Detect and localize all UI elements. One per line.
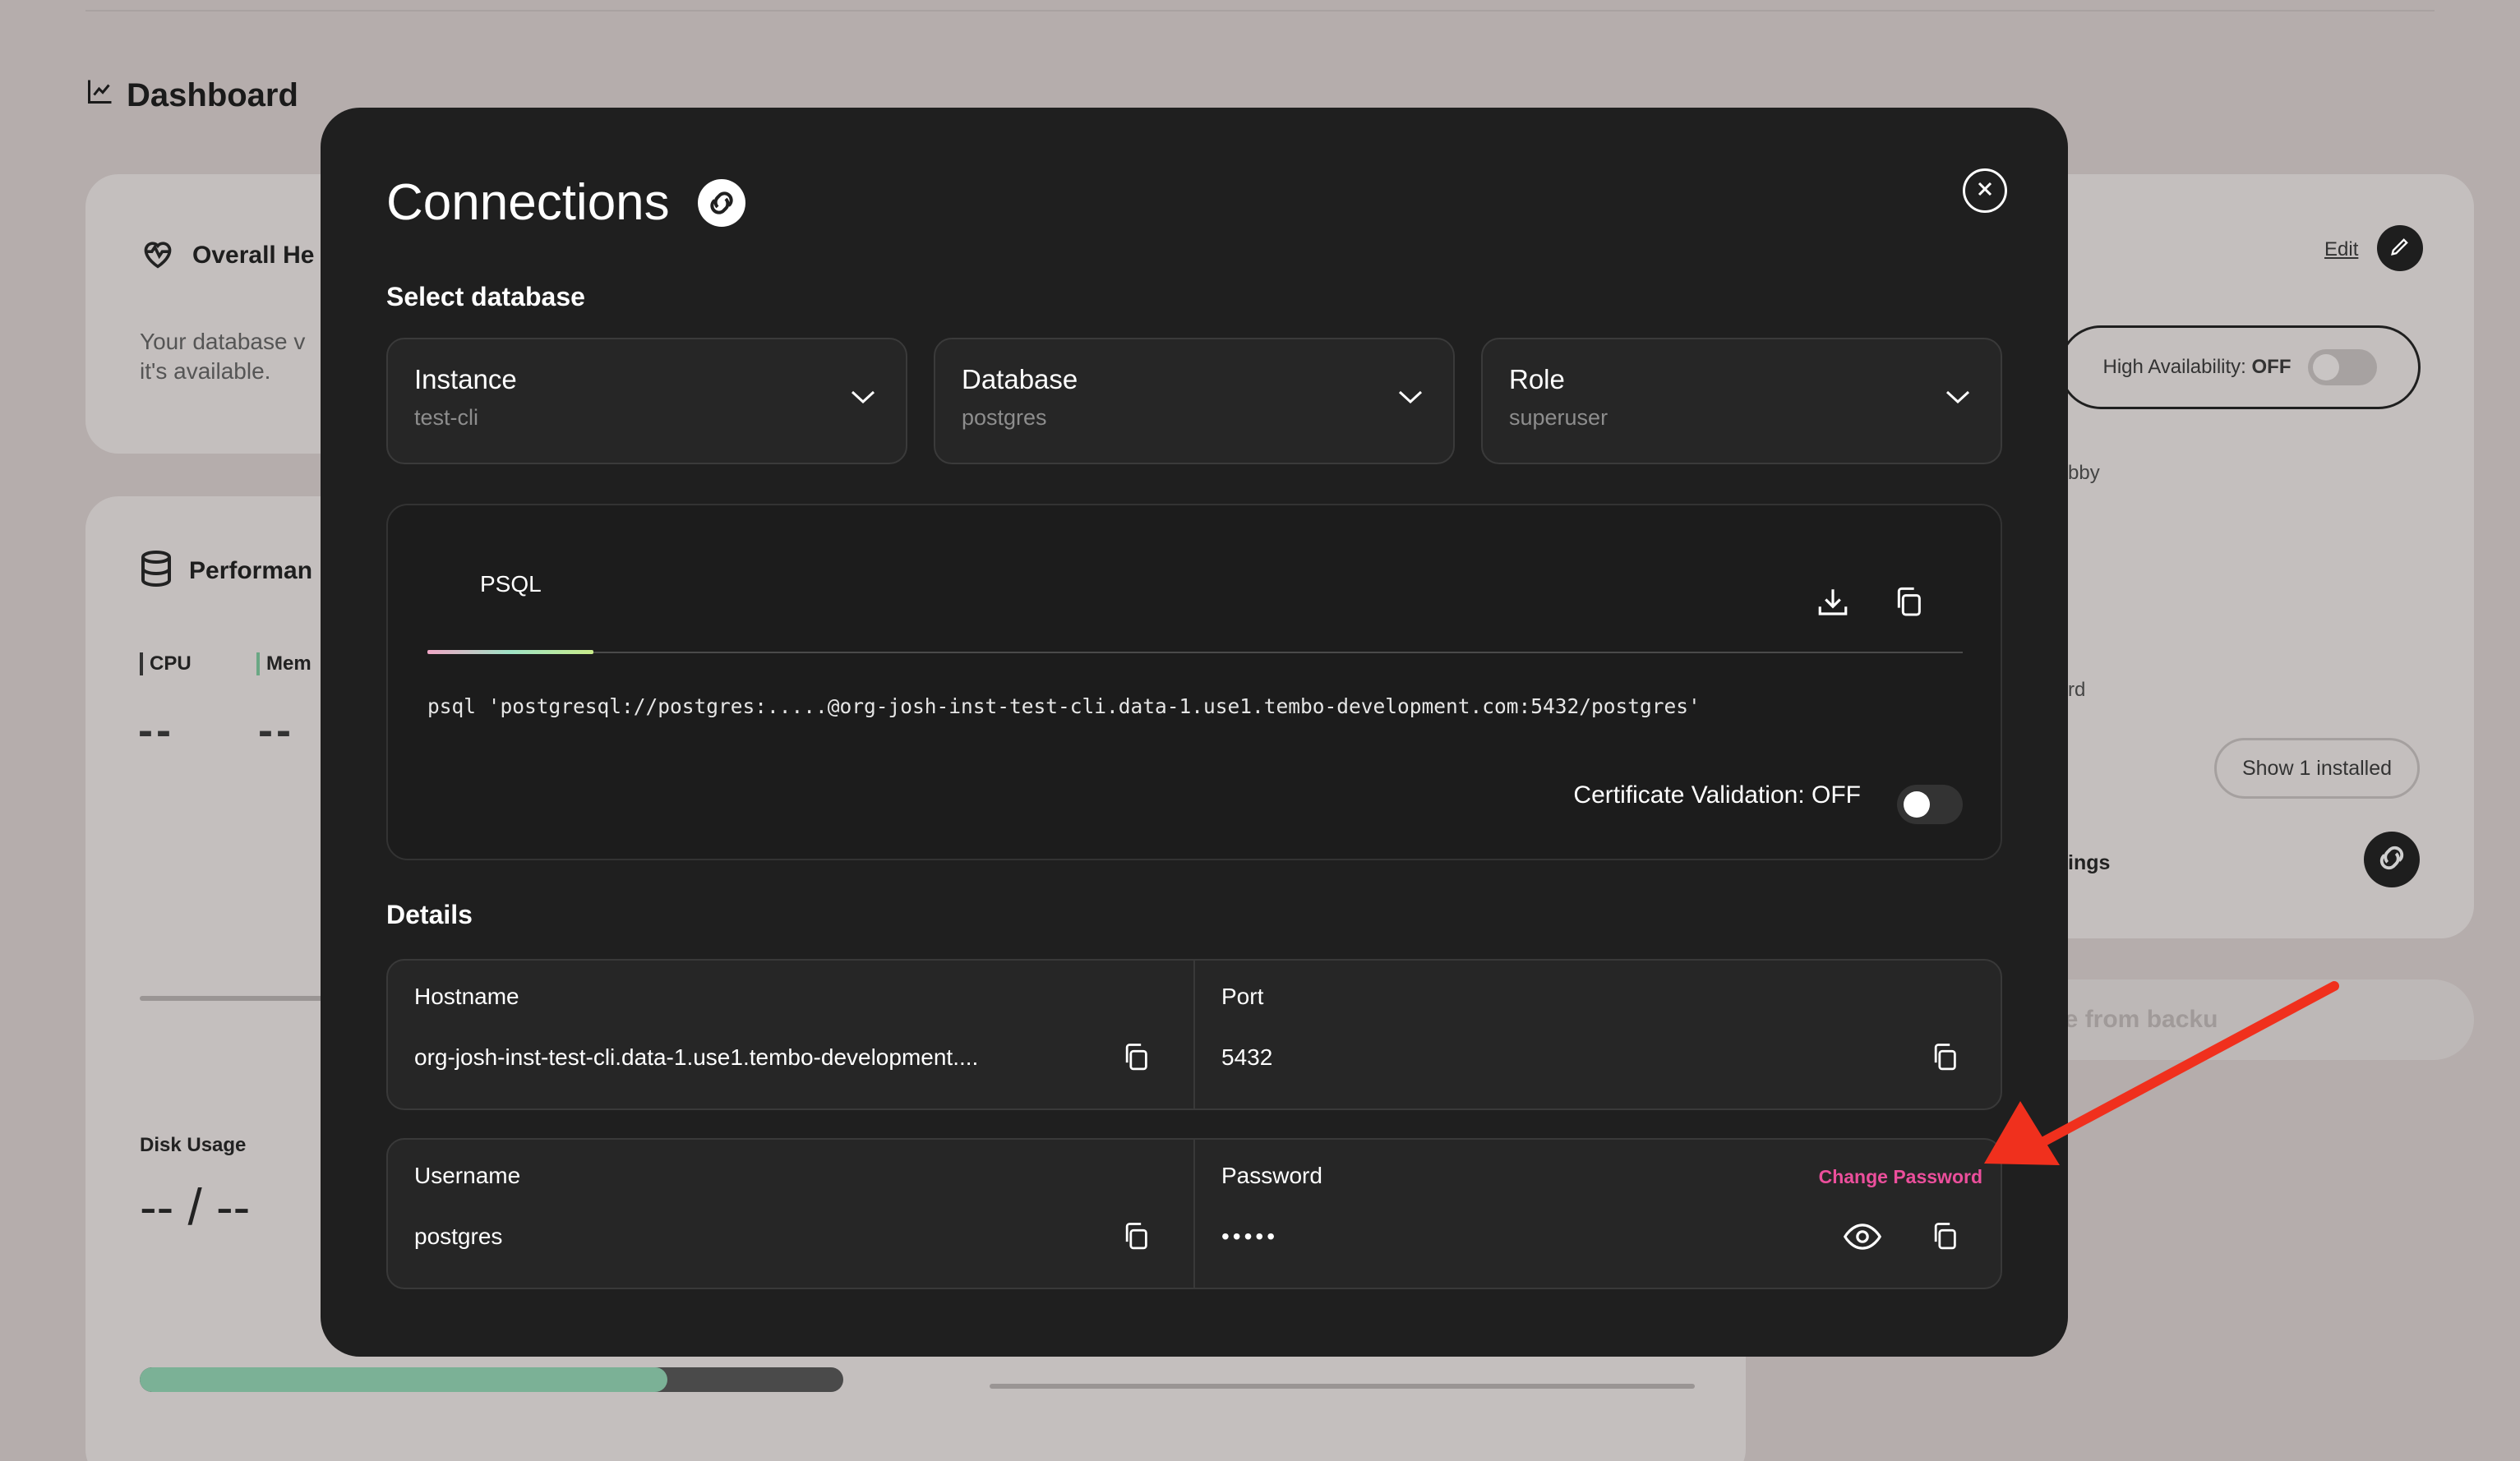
dashboard-header: Dashboard [85,72,298,118]
password-value: ••••• [1221,1224,1279,1249]
instance-select-label: Instance [414,364,517,394]
performance-title: Performan [189,556,313,584]
high-availability-pill[interactable]: High Availability: OFF [2059,325,2421,409]
password-cell: Password Change Password ••••• [1195,1140,2001,1288]
copy-hostname-button[interactable] [1115,1038,1157,1081]
username-cell: Username postgres [388,1140,1195,1288]
copy-icon [1122,1221,1150,1256]
database-select-label: Database [962,364,1078,394]
modal-title: Connections [386,174,670,231]
modal-header: Connections [386,173,745,232]
disk-usage-label: Disk Usage [140,1134,247,1156]
copy-password-button[interactable] [1923,1217,1966,1260]
tab-active-indicator [427,650,593,654]
details-label: Details [386,900,473,929]
download-icon [1816,585,1850,624]
hostname-value: org-josh-inst-test-cli.data-1.use1.tembo… [414,1044,979,1070]
edit-pencil-button[interactable] [2377,225,2423,271]
copy-connection-button[interactable] [1887,583,1930,625]
close-button[interactable] [1963,168,2007,213]
instance-select-value: test-cli [414,405,479,430]
show-installed-button[interactable]: Show 1 installed [2214,738,2420,799]
port-label: Port [1221,984,1264,1009]
select-database-label: Select database [386,282,585,311]
show-password-button[interactable] [1841,1217,1884,1260]
tab-psql[interactable]: PSQL [480,571,542,597]
disk-usage-bar-fill [140,1367,667,1392]
chevron-down-icon [1397,389,1424,409]
instance-select[interactable]: Instance test-cli [386,338,907,464]
edit-link[interactable]: Edit [2324,238,2358,261]
high-availability-text: High Availability: OFF [2103,356,2292,379]
cpu-chart-axis [140,996,329,1001]
host-port-row: Hostname org-josh-inst-test-cli.data-1.u… [386,959,2002,1110]
heart-pulse-icon [140,237,176,274]
database-select[interactable]: Database postgres [934,338,1455,464]
copy-username-button[interactable] [1115,1217,1157,1260]
role-select[interactable]: Role superuser [1481,338,2002,464]
partial-text-1: bby [2068,462,2100,484]
connection-string-panel: PSQL psql 'postgresql://postgres:.....@o… [386,504,2002,860]
database-select-value: postgres [962,405,1047,430]
role-select-label: Role [1509,364,1565,394]
partial-text-3: ings [2068,851,2111,874]
copy-icon [1931,1042,1959,1077]
chevron-down-icon [850,389,876,409]
disk-usage-value: -- / -- [140,1179,251,1236]
certificate-validation-toggle[interactable] [1897,785,1963,824]
role-select-value: superuser [1509,405,1608,430]
link-icon [2375,841,2409,879]
health-text-line2: it's available. [140,358,271,384]
partial-text-2: rd [2068,679,2086,701]
chart-axis-line [990,1384,1695,1389]
username-label: Username [414,1163,521,1188]
copy-icon [1122,1042,1150,1077]
disk-usage-bar [140,1367,843,1392]
cpu-value: -- [138,706,174,755]
close-icon [1976,180,1994,202]
memory-label: Mem [256,652,312,675]
port-cell: Port 5432 [1195,961,2001,1108]
high-availability-label: High Availability: [2102,356,2246,378]
overall-health-title: Overall He [192,241,315,269]
memory-value: -- [258,706,294,755]
database-icon [140,549,173,592]
extensions-button[interactable] [2364,832,2420,887]
annotation-arrow [1984,981,2339,1165]
eye-icon [1843,1223,1882,1255]
hostname-cell: Hostname org-josh-inst-test-cli.data-1.u… [388,961,1195,1108]
connection-string: psql 'postgresql://postgres:.....@org-jo… [427,694,1701,718]
high-availability-value: OFF [2251,356,2292,378]
username-value: postgres [414,1224,503,1249]
connections-modal: Connections Select database Instance tes… [321,108,2068,1357]
health-text-line1: Your database v [140,329,306,354]
port-value: 5432 [1221,1044,1273,1070]
link-icon [697,178,745,227]
copy-icon [1931,1221,1959,1256]
high-availability-toggle[interactable] [2307,349,2377,385]
tab-divider [427,652,1963,653]
top-divider [85,10,2435,12]
copy-icon [1893,586,1924,623]
certificate-validation-label: Certificate Validation: OFF [1573,781,1861,809]
user-password-row: Username postgres Password Change Passwo… [386,1138,2002,1289]
chevron-down-icon [1945,389,1971,409]
hostname-label: Hostname [414,984,519,1009]
page-title: Dashboard [127,76,298,113]
pencil-icon [2388,235,2412,262]
download-button[interactable] [1812,583,1854,625]
chart-line-icon [85,76,115,114]
cpu-label: CPU [140,652,192,675]
